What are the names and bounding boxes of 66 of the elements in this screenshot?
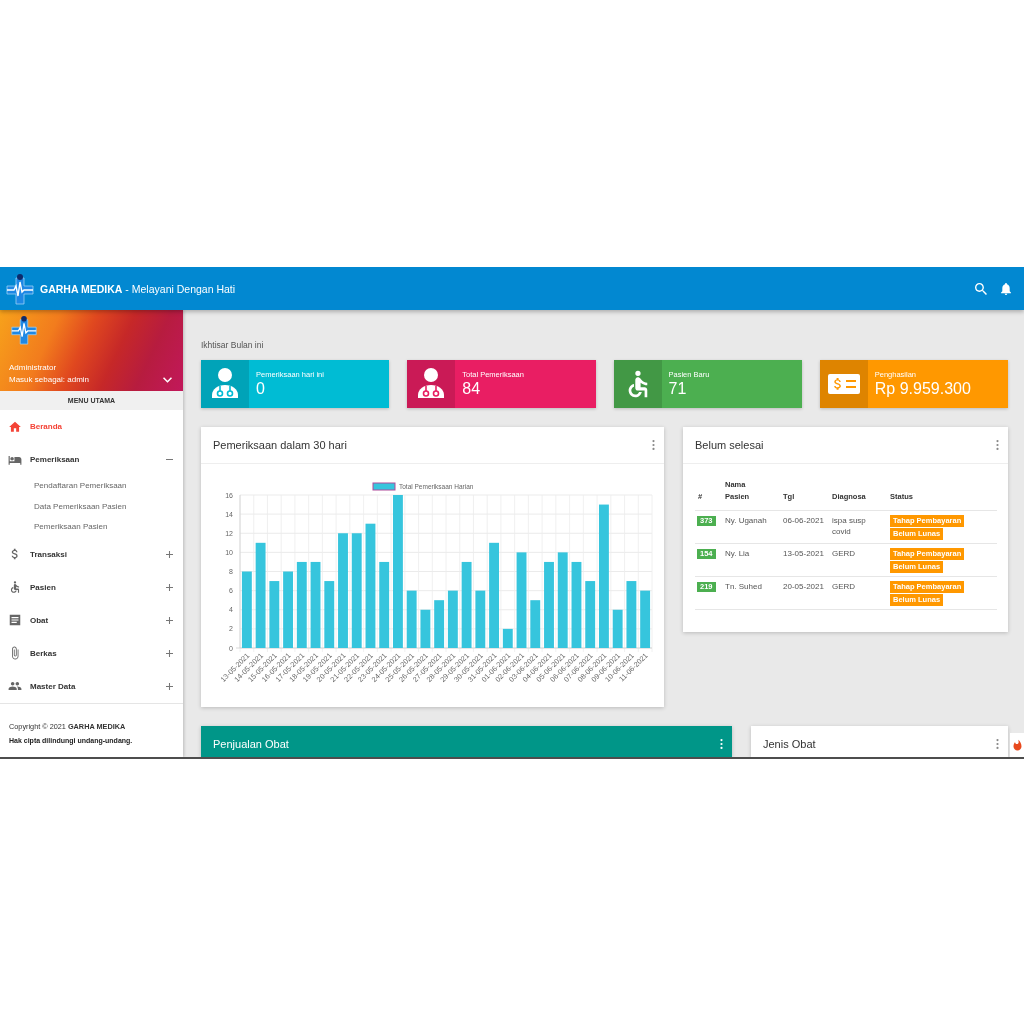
plus-icon[interactable] [166,583,173,591]
bar [447,590,458,648]
section-title: Ikhtisar Bulan ini [201,339,265,352]
bar [420,609,431,648]
legend-swatch-icon[interactable] [372,482,396,491]
people-icon [8,679,22,693]
menu-item[interactable]: Berkas [0,636,183,670]
bar [640,590,651,648]
bar [269,581,280,648]
bar [324,581,335,648]
stat-value: 71 [668,380,688,398]
user-role: Masuk sebagai: admin [9,374,90,386]
card-title: Jenis Obat [763,738,816,750]
table-cell: ispa susp covid [832,516,866,536]
user-name: Administrator [9,362,58,374]
menu-item[interactable]: Pasien [0,570,183,604]
bar [406,590,417,648]
more-icon[interactable] [720,739,723,749]
table-cell: 06-06-2021 [783,516,824,525]
table-cell: 20-05-2021 [783,582,824,591]
card-title: Belum selesai [695,439,764,451]
home-icon [8,419,22,434]
flame-icon[interactable] [1010,733,1024,757]
bar [475,590,486,648]
menu-item[interactable]: Master Data [0,669,183,703]
bar [530,600,541,648]
bar [626,581,637,648]
wheelchair-icon [8,580,22,594]
submenu-item[interactable]: Pemeriksaan Pasien [0,517,183,538]
bar [502,628,513,648]
submenu-item[interactable]: Pendaftaran Pemeriksaan [0,476,183,497]
chevron-down-icon[interactable] [163,377,172,383]
medical-cross-icon [9,315,39,345]
menu-item[interactable]: Obat [0,603,183,637]
menu-item[interactable]: Pemeriksaan [0,443,183,476]
table-cell: Ny. Uganah [725,516,767,525]
table-cell: GERD [832,549,856,558]
table-cell: 13-05-2021 [783,549,824,558]
stat-value: 0 [256,380,266,398]
plus-icon[interactable] [166,616,173,624]
list-icon [8,613,22,627]
stat-value: 84 [462,380,482,398]
bar [612,609,623,648]
plus-icon[interactable] [166,550,173,558]
stat-value: Rp 9.959.300 [874,380,971,398]
plus-icon[interactable] [166,649,173,657]
bar [434,600,445,648]
more-icon[interactable] [652,440,655,450]
medical-cross-icon [5,272,35,305]
bell-icon[interactable] [1000,282,1012,295]
more-icon[interactable] [996,440,999,450]
table-cell: GERD [832,582,856,591]
minus-icon[interactable] [166,456,173,463]
search-icon[interactable] [975,282,987,295]
app-title: GARHA MEDIKA - Melayani Dengan Hati [40,282,236,295]
card-title: Pemeriksaan dalam 30 hari [213,439,347,451]
plus-icon[interactable] [166,682,173,690]
card-title: Penjualan Obat [213,738,289,750]
menu-item[interactable]: Beranda [0,410,183,443]
table-cell: Tn. Suhed [725,582,762,591]
menu-item[interactable]: Transaksi [0,537,183,571]
bar [585,581,596,648]
submenu-item[interactable]: Data Pemeriksaan Pasien [0,496,183,517]
wheelchair-icon [613,360,662,408]
more-icon[interactable] [996,739,999,749]
table-cell: Ny. Lia [725,549,750,558]
